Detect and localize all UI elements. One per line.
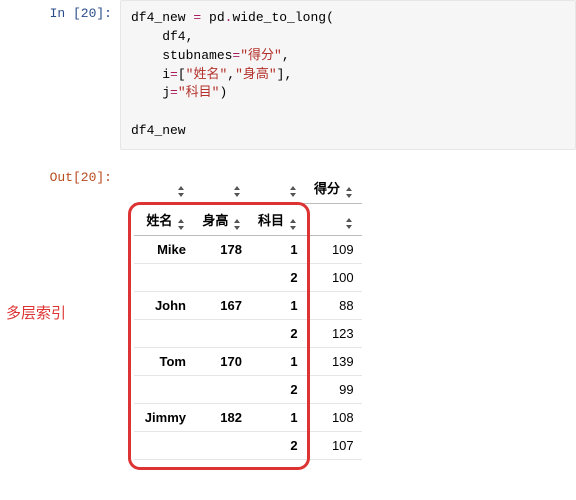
- cell-name: [134, 319, 194, 347]
- cell-name: Tom: [134, 347, 194, 375]
- cell-subj: 1: [250, 291, 306, 319]
- dataframe: 得分 姓名 身高 科目 Mike 178 1 109: [134, 172, 362, 460]
- idx-name-2[interactable]: 科目: [250, 203, 306, 235]
- cell-score: 139: [306, 347, 362, 375]
- dataframe-wrap: 得分 姓名 身高 科目 Mike 178 1 109: [134, 172, 362, 460]
- header-row-values: 得分: [134, 172, 362, 204]
- cell-height: 182: [194, 403, 250, 431]
- cell-subj: 1: [250, 403, 306, 431]
- input-cell: In [20]: df4_new = pd.wide_to_long( df4,…: [0, 0, 576, 150]
- annotation-label: 多层索引: [6, 302, 66, 323]
- cell-score: 88: [306, 291, 362, 319]
- cell-subj: 1: [250, 235, 306, 263]
- table-row: 2 123: [134, 319, 362, 347]
- cell-subj: 2: [250, 431, 306, 459]
- cell-score: 100: [306, 263, 362, 291]
- table-row: 2 99: [134, 375, 362, 403]
- cell-name: John: [134, 291, 194, 319]
- output-area: 得分 姓名 身高 科目 Mike 178 1 109: [120, 164, 576, 463]
- cell-score: 109: [306, 235, 362, 263]
- table-row: 2 100: [134, 263, 362, 291]
- col-blank-2[interactable]: [250, 172, 306, 204]
- cell-height: [194, 319, 250, 347]
- cell-height: 167: [194, 291, 250, 319]
- table-row: 2 107: [134, 431, 362, 459]
- cell-height: [194, 263, 250, 291]
- cell-subj: 2: [250, 375, 306, 403]
- code-block[interactable]: df4_new = pd.wide_to_long( df4, stubname…: [120, 0, 576, 150]
- in-prompt: In [20]:: [0, 0, 120, 150]
- table-row: Jimmy 182 1 108: [134, 403, 362, 431]
- cell-score: 123: [306, 319, 362, 347]
- out-prompt-text: Out[20]:: [50, 170, 112, 185]
- cell-subj: 2: [250, 319, 306, 347]
- cell-subj: 1: [250, 347, 306, 375]
- cell-name: [134, 263, 194, 291]
- col-blank-3[interactable]: [306, 203, 362, 235]
- cell-subj: 2: [250, 263, 306, 291]
- table-row: Tom 170 1 139: [134, 347, 362, 375]
- col-value[interactable]: 得分: [306, 172, 362, 204]
- cell-score: 99: [306, 375, 362, 403]
- idx-name-1-label: 身高: [202, 213, 228, 228]
- col-blank-0[interactable]: [134, 172, 194, 204]
- header-row-index-names: 姓名 身高 科目: [134, 203, 362, 235]
- cell-name: Jimmy: [134, 403, 194, 431]
- idx-name-1[interactable]: 身高: [194, 203, 250, 235]
- cell-height: [194, 431, 250, 459]
- cell-score: 107: [306, 431, 362, 459]
- idx-name-0[interactable]: 姓名: [134, 203, 194, 235]
- dataframe-body: Mike 178 1 109 2 100 John 167 1: [134, 235, 362, 459]
- output-cell: Out[20]: 得分 姓: [0, 164, 576, 463]
- col-value-label: 得分: [314, 181, 340, 196]
- cell-name: [134, 431, 194, 459]
- cell-name: [134, 375, 194, 403]
- cell-height: 178: [194, 235, 250, 263]
- table-row: Mike 178 1 109: [134, 235, 362, 263]
- col-blank-1[interactable]: [194, 172, 250, 204]
- table-row: John 167 1 88: [134, 291, 362, 319]
- idx-name-0-label: 姓名: [146, 213, 172, 228]
- in-prompt-text: In [20]:: [50, 6, 112, 21]
- cell-name: Mike: [134, 235, 194, 263]
- cell-score: 108: [306, 403, 362, 431]
- cell-height: 170: [194, 347, 250, 375]
- cell-height: [194, 375, 250, 403]
- idx-name-2-label: 科目: [258, 213, 284, 228]
